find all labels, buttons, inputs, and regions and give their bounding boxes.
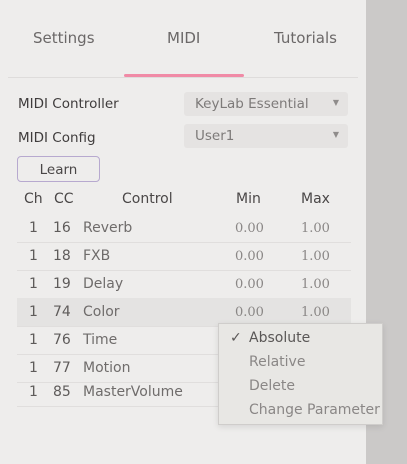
menu-item-label: Absolute bbox=[249, 330, 311, 346]
cell-control: Time bbox=[83, 332, 118, 348]
midi-controller-value: KeyLab Essential bbox=[195, 96, 309, 112]
midi-config-label: MIDI Config bbox=[18, 130, 96, 146]
menu-item-relative[interactable]: Relative bbox=[219, 350, 382, 374]
column-header-min: Min bbox=[236, 191, 261, 207]
cell-ch: 1 bbox=[29, 220, 38, 236]
cell-max: 1.00 bbox=[301, 305, 330, 320]
cell-cc: 76 bbox=[53, 332, 71, 348]
cell-ch: 1 bbox=[29, 248, 38, 264]
cell-control: Motion bbox=[83, 360, 131, 376]
menu-item-label: Delete bbox=[249, 378, 295, 394]
midi-config-dropdown[interactable]: User1 ▼ bbox=[184, 124, 348, 148]
midi-controller-label: MIDI Controller bbox=[18, 96, 119, 112]
table-row[interactable]: 1 18 FXB 0.00 1.00 bbox=[17, 242, 351, 271]
menu-item-absolute[interactable]: ✓ Absolute bbox=[219, 326, 382, 350]
cell-control: FXB bbox=[83, 248, 111, 264]
cell-ch: 1 bbox=[29, 384, 38, 400]
tab-settings[interactable]: Settings bbox=[33, 29, 95, 47]
table-row[interactable]: 1 16 Reverb 0.00 1.00 bbox=[17, 214, 351, 243]
menu-item-delete[interactable]: Delete bbox=[219, 374, 382, 398]
menu-item-label: Change Parameter bbox=[249, 402, 380, 418]
tab-midi[interactable]: MIDI bbox=[167, 29, 200, 47]
column-header-ch: Ch bbox=[24, 191, 43, 207]
cell-cc: 16 bbox=[53, 220, 71, 236]
cell-control: Color bbox=[83, 304, 120, 320]
tab-tutorials[interactable]: Tutorials bbox=[274, 29, 337, 47]
cell-min: 0.00 bbox=[235, 221, 264, 236]
checkmark-icon: ✓ bbox=[230, 330, 242, 346]
context-menu: ✓ Absolute Relative Delete Change Parame… bbox=[218, 323, 383, 425]
cell-control: MasterVolume bbox=[83, 384, 183, 400]
cell-ch: 1 bbox=[29, 360, 38, 376]
table-row[interactable]: 1 19 Delay 0.00 1.00 bbox=[17, 270, 351, 299]
menu-item-change-parameter[interactable]: Change Parameter bbox=[219, 398, 382, 422]
cell-cc: 74 bbox=[53, 304, 71, 320]
tab-bar: Settings MIDI Tutorials bbox=[0, 0, 366, 80]
cell-cc: 18 bbox=[53, 248, 71, 264]
cell-max: 1.00 bbox=[301, 277, 330, 292]
cell-cc: 85 bbox=[53, 384, 71, 400]
column-header-control: Control bbox=[122, 191, 173, 207]
cell-control: Delay bbox=[83, 276, 124, 292]
column-header-cc: CC bbox=[54, 191, 74, 207]
menu-item-label: Relative bbox=[249, 354, 306, 370]
cell-cc: 19 bbox=[53, 276, 71, 292]
cell-control: Reverb bbox=[83, 220, 133, 236]
learn-button[interactable]: Learn bbox=[17, 156, 100, 182]
cell-cc: 77 bbox=[53, 360, 71, 376]
midi-config-value: User1 bbox=[195, 128, 235, 144]
cell-min: 0.00 bbox=[235, 249, 264, 264]
cell-min: 0.00 bbox=[235, 277, 264, 292]
cell-ch: 1 bbox=[29, 276, 38, 292]
cell-min: 0.00 bbox=[235, 305, 264, 320]
learn-button-label: Learn bbox=[39, 162, 78, 178]
tabs-divider bbox=[8, 77, 358, 78]
cell-ch: 1 bbox=[29, 332, 38, 348]
cell-max: 1.00 bbox=[301, 249, 330, 264]
midi-controller-dropdown[interactable]: KeyLab Essential ▼ bbox=[184, 92, 348, 116]
column-header-max: Max bbox=[301, 191, 330, 207]
cell-max: 1.00 bbox=[301, 221, 330, 236]
cell-ch: 1 bbox=[29, 304, 38, 320]
chevron-down-icon: ▼ bbox=[332, 98, 339, 107]
chevron-down-icon: ▼ bbox=[332, 130, 339, 139]
